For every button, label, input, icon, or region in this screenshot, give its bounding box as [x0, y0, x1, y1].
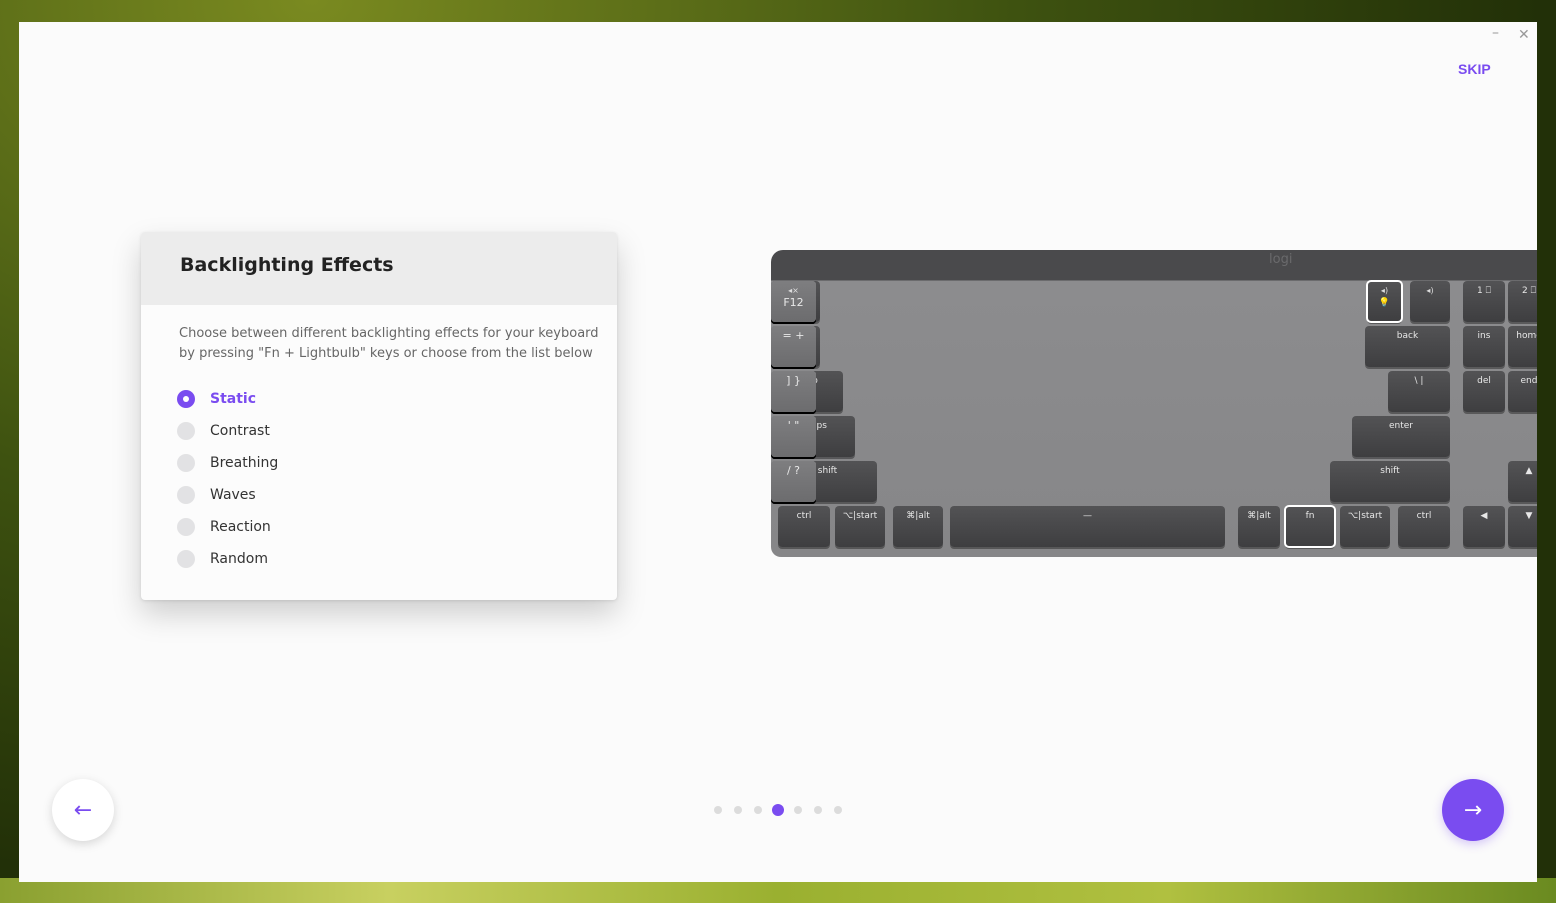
key-icon: ◂): [1380, 286, 1389, 295]
key-label: enter: [1388, 421, 1413, 431]
key-del: del: [1463, 371, 1505, 412]
key--alt: ⌘|alt: [1238, 506, 1280, 547]
effect-option-breathing[interactable]: Breathing: [177, 453, 278, 473]
key-label: ⌘|alt: [906, 511, 930, 521]
key-label: del: [1477, 376, 1491, 386]
backlighting-effects-card: Backlighting Effects Choose between diff…: [141, 232, 617, 600]
logi-logo: logi: [1269, 252, 1293, 267]
key-ctrl: ctrl: [778, 506, 830, 547]
key-label: shift: [1380, 466, 1400, 476]
radio-button[interactable]: [177, 518, 195, 536]
keyboard-illustration: logi 🔒esc☼F1☀F2⌓F3⌓F4⚲F5☺F6⊡F7🎤F8◂◂F9▸‖F…: [771, 250, 1537, 557]
key-label: ⌘|alt: [1247, 511, 1271, 521]
key-1-: 1 ⎕: [1463, 281, 1505, 322]
key-label: back: [1396, 331, 1419, 341]
back-button[interactable]: ←: [52, 779, 114, 841]
effect-option-contrast[interactable]: Contrast: [177, 421, 270, 441]
key-label: = +: [782, 329, 805, 342]
key--: ▲: [1508, 461, 1537, 502]
key-back: back: [1365, 326, 1450, 367]
key-fn: fn: [1284, 505, 1336, 548]
key-home: home: [1508, 326, 1537, 367]
key-2-: 2 ⎕: [1508, 281, 1537, 322]
page-dot-7[interactable]: [834, 806, 842, 814]
key-label: end: [1520, 376, 1537, 386]
key-enter: enter: [1352, 416, 1450, 457]
effect-option-reaction[interactable]: Reaction: [177, 517, 271, 537]
key-label: \ |: [1414, 376, 1424, 386]
effect-option-waves[interactable]: Waves: [177, 485, 256, 505]
card-title: Backlighting Effects: [141, 232, 617, 305]
key-label: ▼: [1525, 511, 1533, 521]
key--: ] }: [771, 371, 816, 412]
key-label: ins: [1477, 331, 1491, 341]
key-label: ◀: [1480, 511, 1488, 521]
radio-button[interactable]: [177, 454, 195, 472]
effect-label: Random: [210, 551, 268, 567]
key--: = +: [771, 326, 816, 367]
page-dot-6[interactable]: [814, 806, 822, 814]
key-label: 💡: [1378, 298, 1391, 308]
skip-button[interactable]: SKIP: [1458, 61, 1491, 77]
effect-label: Static: [210, 391, 257, 407]
page-dot-4[interactable]: [772, 804, 784, 816]
effect-option-static[interactable]: Static: [177, 389, 256, 409]
setup-window: – ✕ SKIP Backlighting Effects Choose bet…: [19, 22, 1537, 882]
key-ins: ins: [1463, 326, 1505, 367]
key-label: 1 ⎕: [1477, 286, 1491, 296]
close-icon[interactable]: ✕: [1518, 27, 1530, 43]
key--: ◂) 💡: [1366, 280, 1403, 323]
effect-option-random[interactable]: Random: [177, 549, 268, 569]
effect-label: Reaction: [210, 519, 271, 535]
key-label: shift: [817, 466, 838, 476]
key-label: ▲: [1525, 466, 1533, 476]
key-label: ctrl: [1416, 511, 1432, 521]
key-label: 2 ⎕: [1522, 286, 1536, 296]
key-f12: ◂× F12: [771, 281, 816, 322]
radio-button[interactable]: [177, 486, 195, 504]
key-label: ⌥|start: [842, 511, 878, 521]
card-description: Choose between different backlighting ef…: [179, 326, 599, 361]
key-mute: ◂): [1410, 281, 1450, 322]
radio-button[interactable]: [177, 390, 195, 408]
key-label: —: [1083, 511, 1092, 521]
key--: ▼: [1508, 506, 1537, 547]
key-label: ⌥|start: [1347, 511, 1383, 521]
key--start: ⌥|start: [1340, 506, 1390, 547]
key-label: home: [1516, 331, 1537, 341]
key-label: ctrl: [796, 511, 812, 521]
key--: \ |: [1388, 371, 1450, 412]
key-shift: shift: [1330, 461, 1450, 502]
page-dot-2[interactable]: [734, 806, 742, 814]
key-ctrl: ctrl: [1398, 506, 1450, 547]
key-label: fn: [1305, 511, 1315, 521]
effect-label: Breathing: [210, 455, 279, 471]
key--: / ?: [771, 461, 816, 502]
key-label: ] }: [786, 374, 801, 387]
minimize-icon[interactable]: –: [1492, 25, 1499, 41]
key-label: / ?: [786, 464, 801, 477]
next-button[interactable]: →: [1442, 779, 1504, 841]
effect-label: Contrast: [210, 423, 270, 439]
key-label: ' ": [787, 419, 800, 432]
key-end: end: [1508, 371, 1537, 412]
radio-button[interactable]: [177, 550, 195, 568]
key--: —: [950, 506, 1225, 547]
key--start: ⌥|start: [835, 506, 885, 547]
key-icon: ◂): [1426, 286, 1434, 295]
key--: ◀: [1463, 506, 1505, 547]
page-dot-3[interactable]: [754, 806, 762, 814]
page-dot-1[interactable]: [714, 806, 722, 814]
page-dot-5[interactable]: [794, 806, 802, 814]
key--: ' ": [771, 416, 816, 457]
effect-label: Waves: [210, 487, 256, 503]
key-label: F12: [783, 296, 804, 309]
radio-button[interactable]: [177, 422, 195, 440]
key--alt: ⌘|alt: [893, 506, 943, 547]
